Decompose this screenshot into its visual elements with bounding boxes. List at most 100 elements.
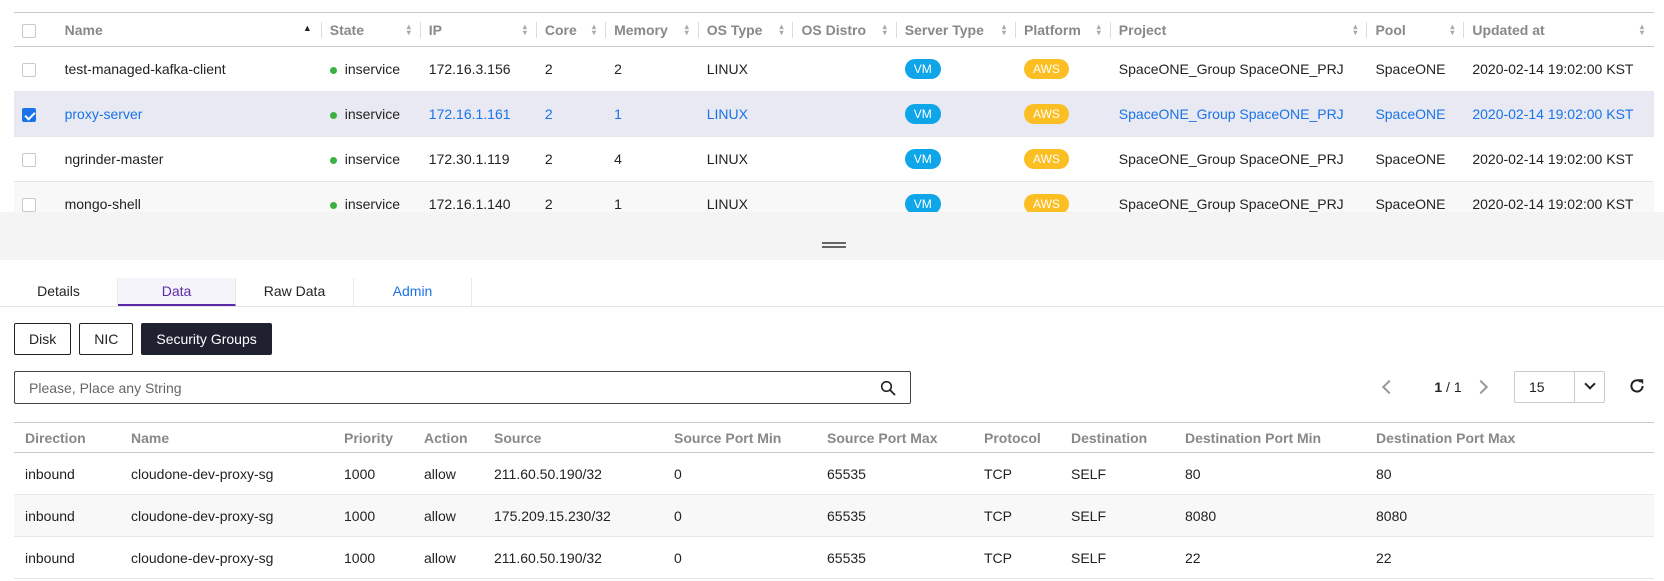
search-icon[interactable] (880, 380, 896, 396)
sort-icon[interactable]: ▴ ▾ (685, 23, 689, 37)
detail-tabs: Details Data Raw Data Admin (0, 278, 472, 306)
sg-direction: inbound (14, 494, 120, 537)
column-header-ip[interactable]: IP ▴ ▾ (420, 12, 537, 47)
search-input[interactable] (15, 372, 855, 403)
sort-icon[interactable]: ▴ ▾ (779, 23, 783, 37)
sg-table-header: Direction Name Priority Action Source So… (14, 422, 1654, 453)
column-header-source-port-max[interactable]: Source Port Max (816, 422, 973, 453)
sg-destination: SELF (1060, 494, 1174, 537)
server-state: inservice (321, 181, 421, 212)
column-header-name[interactable]: Name ▲ (56, 12, 322, 47)
tab-admin[interactable]: Admin (354, 278, 472, 306)
column-header-state[interactable]: State ▴ ▾ (321, 12, 421, 47)
sort-icon[interactable]: ▴ ▾ (592, 23, 596, 37)
server-row[interactable]: ngrinder-master inservice 172.30.1.119 2… (14, 136, 1654, 182)
status-dot-icon (329, 201, 337, 209)
security-groups-button[interactable]: Security Groups (141, 323, 272, 355)
server-type-cell: VM (896, 136, 1017, 182)
table-row[interactable]: inbound cloudone-dev-proxy-sg 1000 allow… (14, 494, 1654, 537)
chevron-left-icon (1381, 379, 1397, 395)
sg-destination-port-min: 22 (1174, 536, 1365, 579)
column-header-updated-at[interactable]: Updated at ▴ ▾ (1464, 12, 1654, 47)
column-header-core[interactable]: Core ▴ ▾ (536, 12, 607, 47)
sg-destination-port-max: 8080 (1365, 494, 1654, 537)
server-state: inservice (321, 91, 421, 137)
page-size-select[interactable]: 15 (1514, 371, 1605, 403)
next-page-button[interactable] (1472, 371, 1496, 404)
server-memory: 1 (606, 91, 699, 137)
panel-divider (0, 212, 1664, 260)
column-header-protocol[interactable]: Protocol (973, 422, 1060, 453)
sort-icon[interactable]: ▴ ▾ (1002, 23, 1006, 37)
column-header-source-port-min[interactable]: Source Port Min (663, 422, 816, 453)
row-checkbox[interactable] (22, 63, 36, 78)
sort-icon[interactable]: ▴ ▾ (1640, 23, 1644, 37)
server-memory: 2 (606, 46, 699, 92)
column-header-pool[interactable]: Pool ▴ ▾ (1367, 12, 1465, 47)
row-checkbox[interactable] (22, 108, 36, 123)
refresh-icon[interactable] (1628, 377, 1646, 395)
server-core: 2 (536, 46, 607, 92)
column-header-name[interactable]: Name (120, 422, 333, 453)
column-header-os-distro[interactable]: OS Distro ▴ ▾ (793, 12, 897, 47)
status-dot-icon (329, 156, 337, 164)
server-core: 2 (536, 136, 607, 182)
table-row[interactable]: inbound cloudone-dev-proxy-sg 1000 allow… (14, 452, 1654, 495)
tab-raw-data[interactable]: Raw Data (236, 278, 354, 306)
column-header-platform[interactable]: Platform ▴ ▾ (1016, 12, 1111, 47)
column-header-project[interactable]: Project ▴ ▾ (1110, 12, 1368, 47)
sort-icon[interactable]: ▴ ▾ (1450, 23, 1454, 37)
server-row[interactable]: test-managed-kafka-client inservice 172.… (14, 46, 1654, 92)
page-size-value: 15 (1529, 379, 1545, 395)
sort-icon[interactable]: ▴ ▾ (1097, 23, 1101, 37)
tab-details[interactable]: Details (0, 278, 118, 306)
sg-source-port-min: 0 (663, 452, 816, 495)
column-header-destination-port-min[interactable]: Destination Port Min (1174, 422, 1365, 453)
server-row[interactable]: mongo-shell inservice 172.16.1.140 2 1 L… (14, 181, 1654, 212)
column-header-priority[interactable]: Priority (333, 422, 413, 453)
select-all-checkbox[interactable] (22, 23, 36, 38)
sg-name: cloudone-dev-proxy-sg (120, 536, 333, 579)
column-header-destination[interactable]: Destination (1060, 422, 1174, 453)
sg-destination-port-min: 8080 (1174, 494, 1365, 537)
server-os-type: LINUX (698, 181, 794, 212)
disk-button[interactable]: Disk (14, 323, 72, 355)
sort-icon[interactable]: ▴ ▾ (407, 23, 411, 37)
page-size-dropdown-button[interactable] (1574, 372, 1604, 402)
platform-badge: AWS (1024, 194, 1069, 212)
table-row[interactable]: inbound cloudone-dev-proxy-sg 1000 allow… (14, 536, 1654, 579)
select-all-checkbox-cell[interactable] (14, 12, 57, 47)
server-os-type: LINUX (698, 136, 794, 182)
column-header-server-type[interactable]: Server Type ▴ ▾ (896, 12, 1017, 47)
sg-priority: 1000 (333, 452, 413, 495)
server-type-badge: VM (904, 149, 941, 169)
sg-protocol: TCP (973, 536, 1060, 579)
sort-icon[interactable]: ▴ ▾ (1353, 23, 1357, 37)
status-dot-icon (329, 66, 337, 74)
row-checkbox[interactable] (22, 153, 36, 168)
server-type-cell: VM (896, 91, 1017, 137)
sort-icon[interactable]: ▴ ▾ (523, 23, 527, 37)
server-pool: SpaceONE (1367, 136, 1465, 182)
server-name: ngrinder-master (56, 136, 322, 182)
sort-icon[interactable]: ▴ ▾ (883, 23, 887, 37)
server-type-badge: VM (904, 59, 941, 79)
column-header-action[interactable]: Action (413, 422, 483, 453)
nic-button[interactable]: NIC (79, 323, 134, 355)
platform-cell: AWS (1016, 46, 1111, 92)
server-project: SpaceONE_Group SpaceONE_PRJ (1110, 46, 1368, 92)
prev-page-button[interactable] (1376, 371, 1400, 404)
column-header-os-type[interactable]: OS Type ▴ ▾ (698, 12, 794, 47)
row-checkbox[interactable] (22, 198, 36, 212)
tab-data[interactable]: Data (118, 278, 236, 306)
sg-destination-port-min: 80 (1174, 452, 1365, 495)
column-header-memory[interactable]: Memory ▴ ▾ (606, 12, 699, 47)
column-header-source[interactable]: Source (483, 422, 663, 453)
server-os-distro (793, 136, 897, 182)
server-row[interactable]: proxy-server inservice 172.16.1.161 2 1 … (14, 91, 1654, 137)
resize-handle-icon[interactable] (822, 242, 846, 250)
sort-ascending-icon[interactable]: ▲ (303, 24, 312, 33)
column-header-destination-port-max[interactable]: Destination Port Max (1365, 422, 1654, 453)
server-type-cell: VM (896, 46, 1017, 92)
column-header-direction[interactable]: Direction (14, 422, 120, 453)
